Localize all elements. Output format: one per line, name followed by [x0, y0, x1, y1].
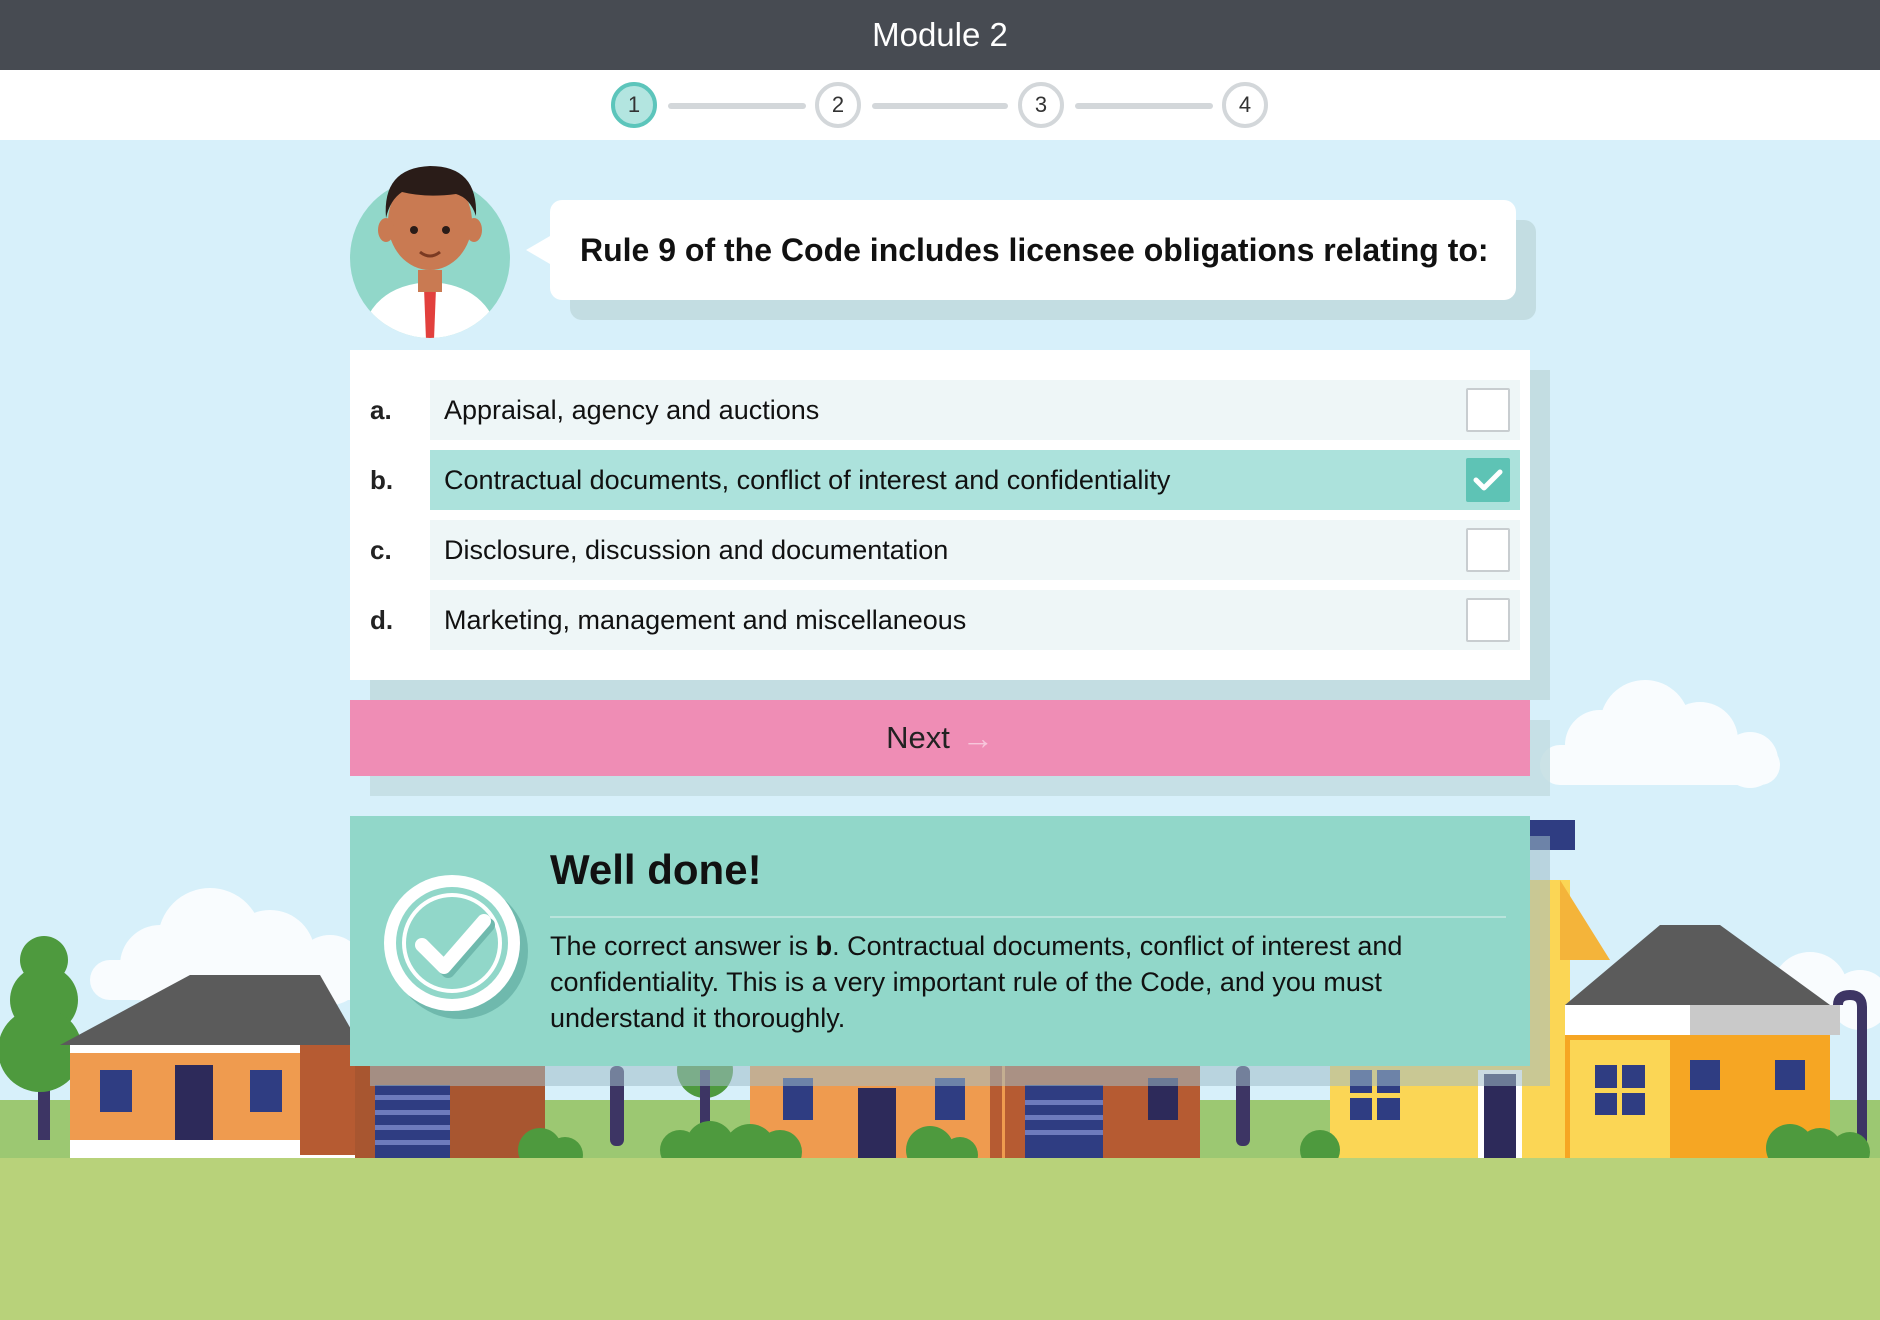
question-bubble: Rule 9 of the Code includes licensee obl…	[526, 200, 1516, 300]
checkmark-circle-icon	[384, 875, 528, 1019]
step-4[interactable]: 4	[1222, 82, 1268, 128]
option-letter: b.	[370, 464, 394, 495]
option-b[interactable]: b. Contractual documents, conflict of in…	[370, 450, 1520, 510]
question-text: Rule 9 of the Code includes licensee obl…	[580, 231, 1489, 268]
module-title: Module 2	[872, 16, 1008, 53]
instructor-avatar	[350, 160, 510, 340]
options-card: a. Appraisal, agency and auctions b. Con…	[350, 350, 1530, 680]
option-text: Appraisal, agency and auctions	[444, 394, 820, 425]
option-letter: d.	[370, 604, 394, 635]
feedback-divider	[550, 916, 1506, 918]
step-3[interactable]: 3	[1018, 82, 1064, 128]
step-label: 1	[627, 92, 641, 117]
next-button-label: Next	[886, 720, 950, 755]
step-label: 4	[1238, 92, 1252, 117]
option-a[interactable]: a. Appraisal, agency and auctions	[370, 380, 1520, 440]
step-1[interactable]: 1	[611, 82, 657, 128]
module-header: Module 2	[0, 0, 1880, 70]
checkmark-icon	[1473, 469, 1503, 491]
option-label[interactable]: Marketing, management and miscellaneous	[430, 590, 1520, 650]
option-label[interactable]: Disclosure, discussion and documentation	[430, 520, 1520, 580]
option-text: Contractual documents, conflict of inter…	[444, 464, 1171, 495]
step-progress: 1 2 3 4	[0, 70, 1880, 140]
step-connector	[1075, 103, 1213, 109]
feedback-title: Well done!	[550, 846, 762, 893]
feedback-panel: Well done! The correct answer is b. Cont…	[350, 816, 1530, 1066]
option-text: Disclosure, discussion and documentation	[444, 534, 949, 565]
step-connector	[872, 103, 1008, 109]
next-button[interactable]: Next →	[350, 700, 1530, 776]
arrow-right-icon: →	[961, 719, 994, 756]
step-connector	[668, 103, 806, 109]
step-2[interactable]: 2	[815, 82, 861, 128]
option-label[interactable]: Contractual documents, conflict of inter…	[430, 450, 1520, 510]
step-label: 2	[831, 92, 845, 117]
option-label[interactable]: Appraisal, agency and auctions	[430, 380, 1520, 440]
option-text: Marketing, management and miscellaneous	[444, 604, 967, 635]
option-checkbox[interactable]	[1466, 388, 1510, 432]
feedback-answer-letter: b	[815, 931, 833, 961]
feedback-text-prefix: The correct answer is	[550, 931, 816, 961]
feedback-text: The correct answer is b. Contractual doc…	[550, 928, 1490, 1036]
step-label: 3	[1034, 92, 1048, 117]
option-c[interactable]: c. Disclosure, discussion and documentat…	[370, 520, 1520, 580]
option-letter: c.	[370, 534, 392, 565]
option-checkbox[interactable]	[1466, 458, 1510, 502]
option-letter: a.	[370, 394, 392, 425]
option-checkbox[interactable]	[1466, 528, 1510, 572]
option-d[interactable]: d. Marketing, management and miscellaneo…	[370, 590, 1520, 650]
option-checkbox[interactable]	[1466, 598, 1510, 642]
